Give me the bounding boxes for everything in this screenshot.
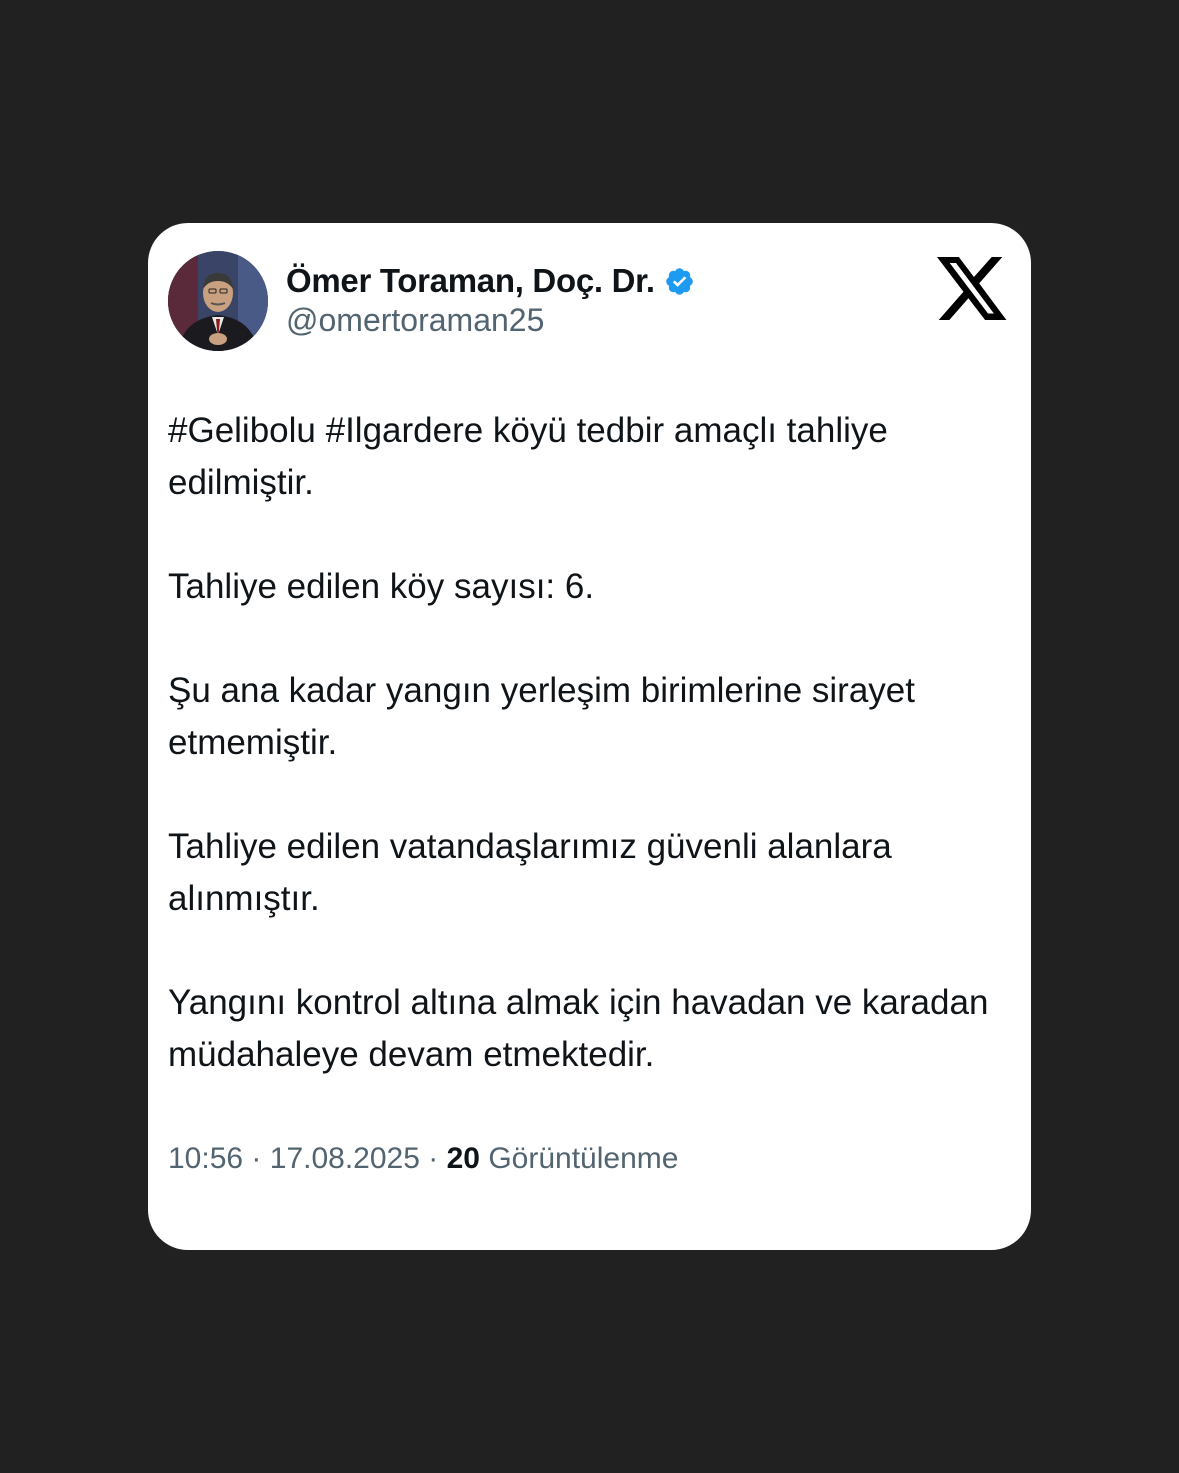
tweet-text: #Gelibolu #Ilgardere köyü tedbir amaçlı …	[168, 405, 1008, 1133]
tweet-card: Ömer Toraman, Doç. Dr. @omertoraman25 #G…	[148, 223, 1031, 1250]
tweet-time[interactable]: 10:56	[168, 1142, 243, 1175]
views-count: 20	[446, 1142, 480, 1175]
tweet-date[interactable]: 17.08.2025	[270, 1142, 420, 1175]
x-logo-icon[interactable]	[937, 257, 1009, 323]
tweet-paragraph: Şu ana kadar yangın yerleşim birimlerine…	[168, 671, 915, 762]
avatar[interactable]	[168, 251, 268, 351]
tweet-paragraph: Tahliye edilen köy sayısı: 6.	[168, 567, 595, 606]
author-handle[interactable]: @omertoraman25	[286, 302, 544, 339]
author-name-row: Ömer Toraman, Doç. Dr.	[286, 261, 695, 301]
avatar-image	[168, 251, 268, 351]
author-display-name[interactable]: Ömer Toraman, Doç. Dr.	[286, 262, 655, 300]
meta-separator: ·	[428, 1142, 439, 1175]
verified-badge-icon	[664, 266, 695, 297]
views-label: Görüntülenme	[488, 1142, 679, 1175]
meta-separator: ·	[251, 1142, 262, 1175]
tweet-paragraph: #Gelibolu #Ilgardere köyü tedbir amaçlı …	[168, 411, 888, 502]
tweet-paragraph: Yangını kontrol altına almak için havada…	[168, 983, 989, 1074]
tweet-metadata: 10:56 · 17.08.2025 · 20 Görüntülenme	[168, 1139, 678, 1179]
tweet-paragraph: Tahliye edilen vatandaşlarımız güvenli a…	[168, 827, 892, 918]
